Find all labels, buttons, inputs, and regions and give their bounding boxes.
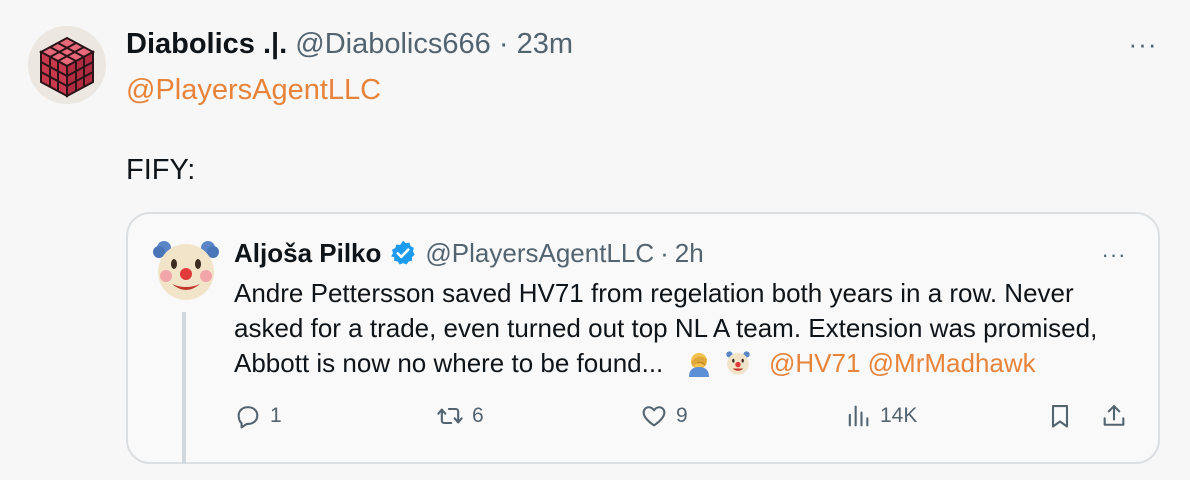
retweet-icon: [437, 407, 463, 425]
facepalm-emoji-icon: [688, 353, 709, 377]
quote-avatar-clown-icon[interactable]: [150, 234, 222, 306]
quote-author-handle[interactable]: @PlayersAgentLLC: [425, 236, 654, 270]
tweet-text: FIFY:: [126, 154, 196, 186]
bookmark-icon: [1051, 405, 1069, 428]
quote-author-name[interactable]: Aljoša Pilko: [234, 236, 381, 270]
tweet-time[interactable]: 23m: [517, 28, 573, 60]
quote-time[interactable]: 2h: [675, 236, 704, 270]
mention-hv71[interactable]: @HV71: [769, 348, 860, 378]
main-avatar[interactable]: [28, 26, 106, 104]
quoted-tweet-card[interactable]: Aljoša Pilko @PlayersAgentLLC · 2h ··· A…: [126, 212, 1160, 464]
bookmark-button[interactable]: [1046, 396, 1074, 436]
heart-icon: [642, 406, 666, 427]
author-name[interactable]: Diabolics .|.: [126, 28, 287, 60]
verified-badge-icon: [391, 240, 416, 265]
quote-text-line-3-text: Abbott is now no where to be found...: [234, 348, 664, 378]
reply-to-mention[interactable]: @PlayersAgentLLC: [126, 70, 381, 110]
views-button[interactable]: 14K: [844, 396, 917, 436]
quote-separator: ·: [660, 238, 669, 268]
quote-text-line-3: Abbott is now no where to be found... @H…: [234, 346, 1144, 381]
retweet-count: 6: [472, 404, 484, 427]
quote-action-bar: 1 6 9 14K: [128, 396, 1162, 436]
tweet-header: Diabolics .|. @Diabolics666 · 23m: [126, 24, 573, 64]
reply-button[interactable]: 1: [234, 396, 282, 436]
quote-header: Aljoša Pilko @PlayersAgentLLC · 2h: [234, 236, 704, 270]
views-count: 14K: [880, 404, 918, 427]
share-icon: [1103, 405, 1125, 426]
like-count: 9: [676, 404, 688, 427]
author-handle[interactable]: @Diabolics666: [295, 28, 490, 60]
views-chart-icon: [848, 405, 869, 427]
quote-text-line-1: Andre Pettersson saved HV71 from regelat…: [234, 278, 1074, 308]
quote-more-options-icon[interactable]: ···: [1094, 240, 1134, 270]
quote-text-line-2: asked for a trade, even turned out top N…: [234, 313, 1098, 343]
quote-text: Andre Pettersson saved HV71 from regelat…: [234, 276, 1144, 381]
clown-emoji-icon: [726, 351, 750, 375]
like-button[interactable]: 9: [640, 396, 688, 436]
header-separator: ·: [498, 28, 509, 60]
mention-mrmadhawk[interactable]: @MrMadhawk: [868, 348, 1036, 378]
more-options-icon[interactable]: ···: [1120, 28, 1166, 60]
reply-count: 1: [270, 404, 282, 427]
retweet-button[interactable]: 6: [436, 396, 484, 436]
reply-icon: [237, 406, 259, 429]
thread-line: [182, 312, 186, 464]
share-button[interactable]: [1100, 396, 1128, 436]
